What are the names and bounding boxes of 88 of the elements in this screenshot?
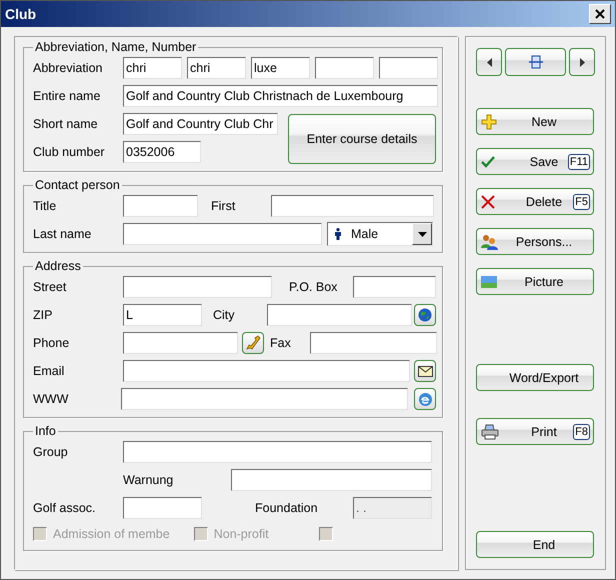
group-title: Address: [34, 259, 82, 273]
field-label: Fax: [270, 336, 292, 350]
input-field[interactable]: chri: [187, 57, 246, 79]
group-title: Info: [34, 424, 57, 438]
field-label: ZIP: [33, 308, 54, 322]
input-field[interactable]: [231, 469, 432, 491]
shortcut-badge: F5: [573, 194, 590, 210]
action-button[interactable]: Save F11: [476, 148, 594, 175]
action-button[interactable]: Word/Export: [476, 364, 594, 391]
window-title: Club: [5, 6, 38, 22]
action-button[interactable]: Persons...: [476, 228, 594, 255]
landscape-icon: [481, 276, 497, 288]
field-label: Club number: [33, 145, 106, 159]
input-field[interactable]: [123, 223, 322, 245]
input-field[interactable]: [310, 332, 437, 354]
plus-icon: [481, 114, 497, 130]
input-field[interactable]: Golf and Country Club Christnach de Luxembourg: [123, 85, 438, 107]
dial-button[interactable]: [242, 332, 264, 354]
next-button[interactable]: [569, 48, 595, 76]
field-label: Phone: [33, 336, 70, 350]
field-label: Street: [33, 280, 68, 294]
input-field[interactable]: Golf and Country Club Chr: [123, 113, 278, 135]
caret-icon: [418, 232, 426, 236]
browser-icon: [418, 392, 432, 406]
field-label: P.O. Box: [289, 280, 338, 294]
action-button[interactable]: Picture: [476, 268, 594, 295]
cross-icon: [481, 194, 495, 208]
input-field[interactable]: [121, 388, 408, 410]
gender-dropdown[interactable]: Male: [327, 222, 433, 246]
group-title: Abbreviation, Name, Number: [34, 40, 198, 54]
shortcut-badge: F11: [568, 154, 590, 170]
input-field[interactable]: L: [123, 304, 202, 326]
group-title: Contact person: [34, 178, 121, 192]
input-field[interactable]: 0352006: [123, 141, 201, 163]
people-icon: [481, 234, 498, 250]
input-field[interactable]: [353, 276, 436, 298]
close-button[interactable]: [589, 4, 611, 24]
input-field[interactable]: [379, 57, 438, 79]
field-label: City: [213, 308, 236, 322]
field-label: Warnung: [123, 473, 174, 487]
envelope-icon: [418, 366, 432, 376]
field-label: WWW: [33, 392, 70, 406]
input-field[interactable]: [123, 332, 238, 354]
date-field[interactable]: . .: [353, 497, 432, 519]
checkbox-label: Non-profit: [214, 527, 269, 541]
field-label: Abbreviation: [33, 61, 104, 75]
input-field[interactable]: [123, 497, 202, 519]
input-field[interactable]: chri: [123, 57, 182, 79]
input-field[interactable]: [123, 360, 410, 382]
input-field[interactable]: [123, 441, 432, 463]
field-label: Golf assoc.: [33, 501, 97, 515]
person-icon: [334, 228, 342, 240]
input-field[interactable]: [271, 195, 434, 217]
globe-icon: [418, 308, 432, 322]
shortcut-badge: F8: [573, 424, 590, 440]
left-arrow-icon: [486, 58, 492, 66]
course-details-button[interactable]: Enter course details: [288, 114, 436, 164]
input-field[interactable]: [123, 276, 272, 298]
phone-icon: [245, 335, 261, 351]
previous-button[interactable]: [476, 48, 502, 76]
input-field[interactable]: [123, 195, 198, 217]
checkbox-label: Admission of membe: [53, 527, 170, 541]
action-button[interactable]: New: [476, 108, 594, 135]
right-arrow-icon: [580, 58, 584, 66]
web-button[interactable]: [414, 388, 436, 410]
close-icon: [595, 9, 605, 19]
field-label: Short name: [33, 117, 99, 131]
field-label: First: [211, 199, 236, 213]
document-icon: [528, 55, 542, 69]
email-button[interactable]: [414, 360, 436, 382]
check-icon: [481, 156, 495, 168]
field-label: Last name: [33, 227, 92, 241]
input-field[interactable]: luxe: [251, 57, 310, 79]
field-label: Foundation: [255, 501, 319, 515]
field-label: Entire name: [33, 89, 102, 103]
dropdown-arrow-button[interactable]: [412, 223, 432, 245]
field-label: Title: [33, 199, 58, 213]
field-label: Group: [33, 445, 69, 459]
input-field[interactable]: [315, 57, 374, 79]
dropdown-value: Male: [351, 227, 378, 241]
input-field[interactable]: [267, 304, 412, 326]
action-button[interactable]: End: [476, 531, 594, 558]
record-button[interactable]: [505, 48, 566, 76]
action-button[interactable]: Delete F5: [476, 188, 594, 215]
printer-icon: [481, 424, 499, 440]
map-button[interactable]: [414, 304, 436, 326]
field-label: Email: [33, 364, 66, 378]
action-button[interactable]: Print F8: [476, 418, 594, 445]
